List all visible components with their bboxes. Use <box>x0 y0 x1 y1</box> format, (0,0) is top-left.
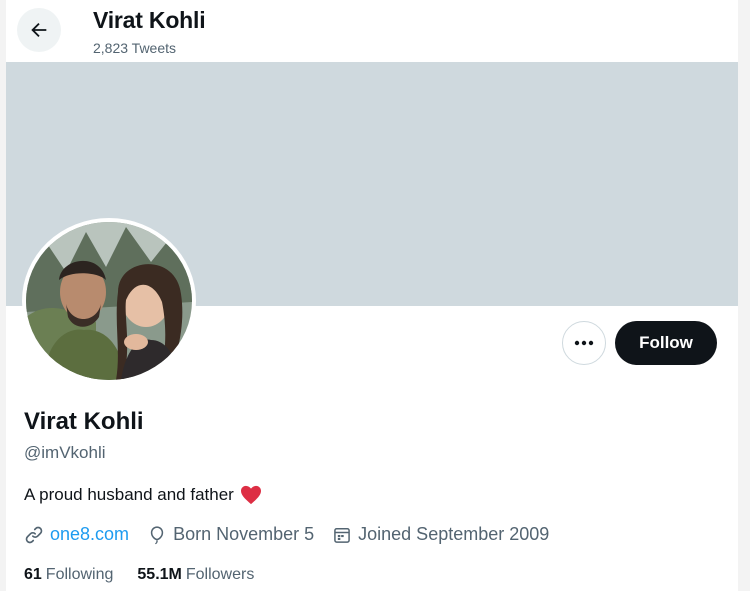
joined-text: Joined September 2009 <box>358 524 550 544</box>
joined-item: Joined September 2009 <box>332 524 549 545</box>
avatar-photo <box>26 222 192 380</box>
heart-emoji <box>240 485 261 505</box>
back-button[interactable] <box>17 8 61 52</box>
avatar[interactable] <box>22 218 196 384</box>
profile-handle: @imVkohli <box>24 443 106 462</box>
followers-count: 55.1M <box>137 566 182 583</box>
followers-label: Followers <box>185 566 255 583</box>
birthday-text: Born November 5 <box>173 524 315 544</box>
arrow-left-icon <box>31 22 47 38</box>
following-link[interactable]: 61 Following <box>24 566 113 584</box>
balloon-icon <box>150 525 164 544</box>
website-item: one8.com <box>24 524 129 545</box>
following-label: Following <box>45 566 114 583</box>
link-icon <box>25 526 43 543</box>
more-icon <box>574 340 594 346</box>
birthday-item: Born November 5 <box>147 524 314 545</box>
calendar-icon <box>334 527 350 543</box>
more-options-button[interactable] <box>562 321 606 365</box>
header-title: Virat Kohli <box>93 7 206 33</box>
profile-meta: one8.com Born November 5 Joined Septembe… <box>24 524 567 545</box>
profile-name: Virat Kohli <box>24 408 144 435</box>
profile-header-bar: Virat Kohli 2,823 Tweets <box>6 0 738 62</box>
profile-stats: 61 Following 55.1M Followers <box>24 566 254 584</box>
followers-link[interactable]: 55.1M Followers <box>137 566 254 584</box>
profile-bio: A proud husband and father <box>24 485 262 505</box>
window-edge-right <box>738 0 750 591</box>
follow-button[interactable]: Follow <box>615 321 717 365</box>
bio-text: A proud husband and father <box>24 485 234 504</box>
following-count: 61 <box>24 566 42 583</box>
website-link[interactable]: one8.com <box>50 524 129 545</box>
tweet-count: 2,823 Tweets <box>93 40 177 56</box>
